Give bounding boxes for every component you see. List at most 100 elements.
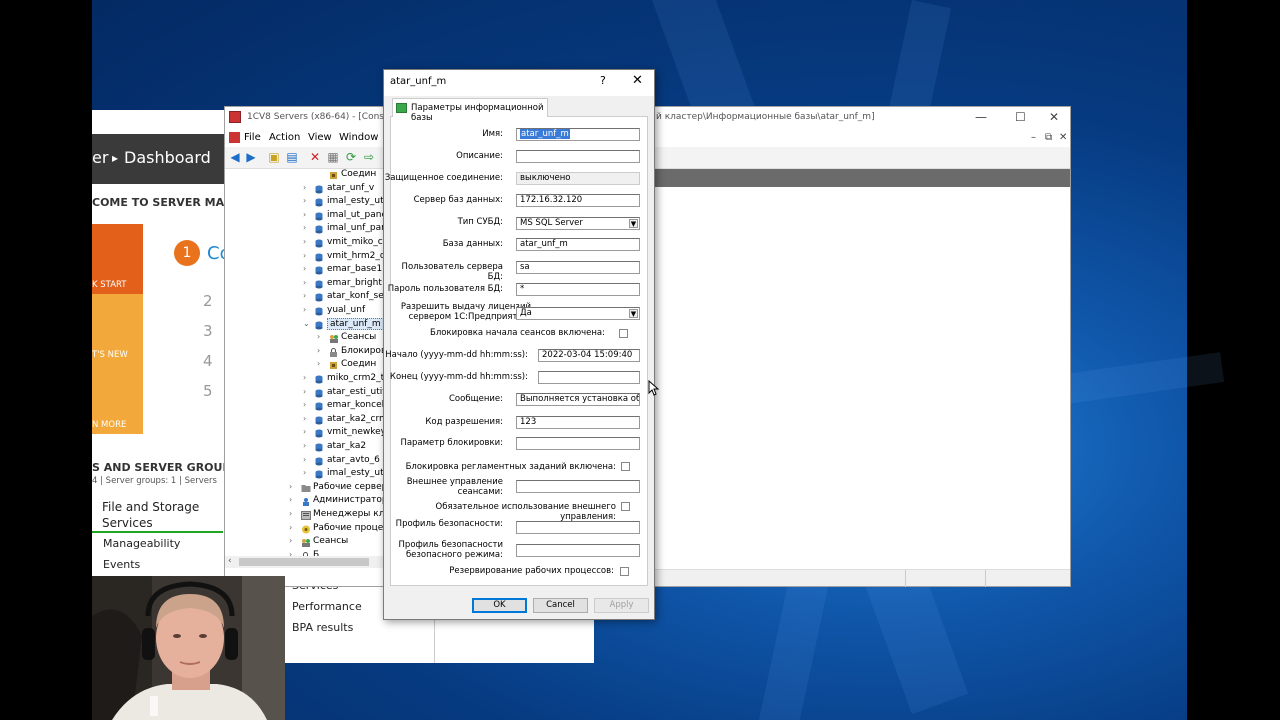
scheduled-jobs-lock-checkbox[interactable] [621, 462, 630, 471]
tab-infobase-params[interactable]: Параметры информационной базы [392, 98, 548, 123]
expand-chevron-icon[interactable]: › [303, 427, 313, 436]
reserve-processes-checkbox[interactable] [620, 567, 629, 576]
tree-item-label: atar_ka2 [327, 441, 367, 451]
page-title: Dashboard [124, 148, 211, 167]
expand-chevron-icon[interactable]: › [317, 332, 327, 341]
menu-file[interactable]: File [244, 132, 261, 143]
tile-learn-more[interactable]: N MORE [92, 364, 143, 434]
external-management-required-checkbox[interactable] [621, 502, 630, 511]
scroll-left-icon[interactable]: ‹ [228, 556, 232, 566]
expand-chevron-icon[interactable]: › [289, 536, 299, 545]
expand-chevron-icon[interactable]: › [303, 278, 313, 287]
external-management-field[interactable] [516, 480, 640, 493]
expand-chevron-icon[interactable]: › [303, 455, 313, 464]
tree-horizontal-scrollbar[interactable]: ‹ [225, 556, 385, 568]
properties-icon[interactable]: ▦ [326, 150, 340, 164]
safe-mode-profile-field[interactable] [516, 544, 640, 557]
up-folder-icon[interactable]: ▣ [267, 150, 281, 164]
db-server-field[interactable]: 172.16.32.120 [516, 194, 640, 207]
lock-parameter-field[interactable] [516, 437, 640, 450]
expand-chevron-icon[interactable]: › [317, 346, 327, 355]
db-user-field[interactable]: sa [516, 261, 640, 274]
manageability-link[interactable]: Manageability [103, 537, 180, 550]
ok-button[interactable]: OK [472, 598, 527, 613]
expand-chevron-icon[interactable]: › [303, 468, 313, 477]
expand-chevron-icon[interactable]: › [303, 223, 313, 232]
menu-action[interactable]: Action [269, 132, 300, 143]
events-link[interactable]: Events [103, 558, 140, 571]
expand-chevron-icon[interactable]: › [303, 441, 313, 450]
breadcrumb-chevron-icon: ▸ [112, 151, 119, 165]
lock-message-field[interactable]: Выполняется установка обнов [516, 393, 640, 406]
menu-window[interactable]: Window [339, 132, 378, 143]
bpa-results-link[interactable]: BPA results [292, 621, 353, 634]
tree-item-label: vmit_newkeys [327, 427, 385, 438]
expand-chevron-icon[interactable]: › [303, 210, 313, 219]
lock-start-field[interactable]: 2022-03-04 15:09:40 [538, 349, 640, 362]
child-close-icon[interactable]: ✕ [1059, 132, 1067, 143]
tree-item-label: atar_unf_v [327, 182, 375, 193]
child-restore-icon[interactable]: ⧉ [1045, 132, 1052, 143]
forward-icon[interactable]: ▶ [244, 150, 258, 164]
expand-chevron-icon[interactable]: › [303, 237, 313, 246]
apply-button[interactable]: Apply [594, 598, 649, 613]
cancel-button[interactable]: Cancel [533, 598, 588, 613]
mouse-cursor-icon [648, 380, 660, 396]
name-field[interactable]: atar_unf_m [516, 128, 640, 141]
menu-view[interactable]: View [308, 132, 332, 143]
close-icon[interactable]: ✕ [632, 73, 643, 88]
tile-whats-new[interactable]: T'S NEW [92, 294, 143, 364]
minimize-icon[interactable]: — [975, 110, 987, 124]
database-icon [315, 389, 323, 398]
child-minimize-icon[interactable]: – [1031, 132, 1036, 143]
expand-chevron-icon[interactable]: › [303, 305, 313, 314]
expand-chevron-icon[interactable]: › [303, 196, 313, 205]
scroll-thumb[interactable] [239, 558, 369, 566]
refresh-icon[interactable]: ⟳ [344, 150, 358, 164]
session-lock-checkbox[interactable] [619, 329, 628, 338]
expand-chevron-icon[interactable]: › [303, 387, 313, 396]
delete-icon[interactable]: ✕ [308, 150, 322, 164]
expand-chevron-icon[interactable]: › [303, 400, 313, 409]
console-tree[interactable]: Соедин › atar_unf_v › imal_esty_ut_ › imal_ut_… [225, 169, 385, 559]
maximize-icon[interactable]: ☐ [1015, 110, 1026, 124]
help-icon[interactable]: ? [600, 74, 606, 87]
expand-chevron-icon[interactable]: › [303, 291, 313, 300]
tree-item-label: imal_unf_pan [327, 223, 385, 234]
db-password-field[interactable]: * [516, 283, 640, 296]
expand-chevron-icon[interactable]: › [303, 264, 313, 273]
tree-item-label: emar_koncel [327, 400, 385, 411]
database-field[interactable]: atar_unf_m [516, 238, 640, 251]
export-icon[interactable]: ⇨ [362, 150, 376, 164]
tile-quick-start[interactable]: K START [92, 224, 143, 294]
expand-chevron-icon[interactable]: ⌄ [303, 319, 313, 328]
license-select[interactable]: Да ▼ [516, 307, 640, 320]
expand-chevron-icon[interactable]: › [303, 251, 313, 260]
database-icon [315, 293, 323, 302]
expand-chevron-icon[interactable]: › [303, 373, 313, 382]
file-storage-card-title[interactable]: File and Storage Services [102, 499, 222, 531]
sessions-icon [329, 334, 338, 344]
expand-chevron-icon[interactable]: › [317, 359, 327, 368]
expand-chevron-icon[interactable]: › [303, 183, 313, 192]
permission-code-field[interactable]: 123 [516, 416, 640, 429]
lock-icon [329, 347, 337, 357]
description-field[interactable] [516, 150, 640, 163]
expand-chevron-icon[interactable]: › [289, 495, 299, 504]
expand-chevron-icon[interactable]: › [289, 523, 299, 532]
connection-icon [329, 171, 337, 180]
dbms-type-select[interactable]: MS SQL Server ▼ [516, 217, 640, 230]
expand-chevron-icon[interactable]: › [289, 509, 299, 518]
show-tree-icon[interactable]: ▤ [285, 150, 299, 164]
close-icon[interactable]: ✕ [1049, 110, 1059, 124]
security-profile-field[interactable] [516, 521, 640, 534]
back-icon[interactable]: ◀ [228, 150, 242, 164]
performance-link[interactable]: Performance [292, 600, 362, 613]
lock-end-field[interactable] [538, 371, 640, 384]
dropdown-arrow-icon[interactable]: ▼ [629, 309, 638, 318]
expand-chevron-icon[interactable]: › [289, 482, 299, 491]
dropdown-arrow-icon[interactable]: ▼ [629, 219, 638, 228]
expand-chevron-icon[interactable]: › [303, 414, 313, 423]
folder-icon [301, 484, 311, 493]
secure-connection-field[interactable]: выключено [516, 172, 640, 185]
